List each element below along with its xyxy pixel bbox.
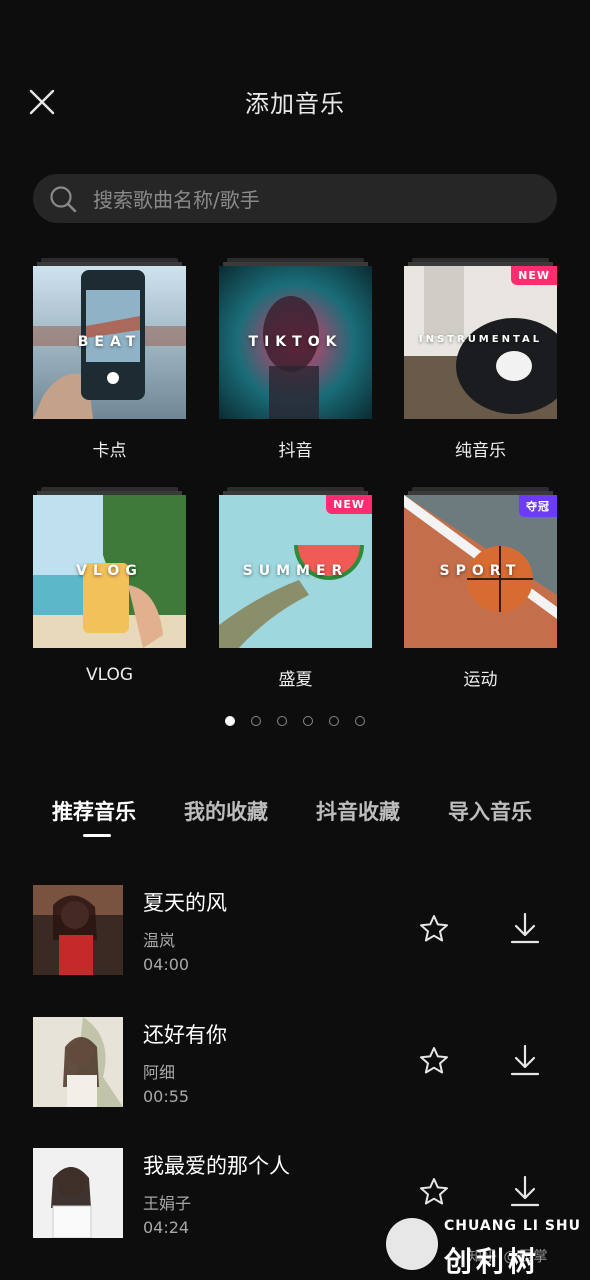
new-badge: NEW xyxy=(511,266,557,285)
category-cover: SPORT 夺冠 xyxy=(404,495,557,648)
song-duration: 04:24 xyxy=(143,1218,190,1237)
page-dot[interactable] xyxy=(277,716,287,726)
song-artist: 阿细 xyxy=(143,1063,176,1082)
song-artist: 王娟子 xyxy=(143,1194,192,1213)
download-icon[interactable] xyxy=(509,1174,541,1208)
song-artist: 温岚 xyxy=(143,931,176,950)
tab-douyin-favorites[interactable]: 抖音收藏 xyxy=(316,796,400,826)
champion-badge: 夺冠 xyxy=(519,495,557,517)
page-dot[interactable] xyxy=(355,716,365,726)
song-title: 还好有你 xyxy=(143,1023,227,1047)
page-dot[interactable] xyxy=(225,716,235,726)
music-tabs: 推荐音乐 我的收藏 抖音收藏 导入音乐 xyxy=(0,796,590,846)
song-row[interactable]: 夏天的风 温岚 04:00 xyxy=(0,885,590,977)
cover-text: VLOG xyxy=(76,563,143,579)
watermark-source: 知乎 @辰掌 xyxy=(468,1249,549,1265)
song-title: 夏天的风 xyxy=(143,891,227,915)
cover-text: TIKTOK xyxy=(248,334,343,350)
cover-text: SPORT xyxy=(439,563,522,579)
song-duration: 00:55 xyxy=(143,1087,190,1106)
page-dot[interactable] xyxy=(303,716,313,726)
watermark-logo xyxy=(386,1218,438,1270)
category-label: 卡点 xyxy=(92,441,127,461)
cover-text: SUMMER xyxy=(242,563,349,579)
watermark-brand-en: CHUANG LI SHU xyxy=(444,1218,582,1234)
tab-my-favorites[interactable]: 我的收藏 xyxy=(184,796,268,826)
active-tab-indicator xyxy=(83,834,111,837)
page-dot[interactable] xyxy=(329,716,339,726)
star-outline-icon[interactable] xyxy=(418,1045,450,1077)
star-outline-icon[interactable] xyxy=(418,913,450,945)
page-dot[interactable] xyxy=(251,716,261,726)
cover-text: INSTRUMENTAL xyxy=(418,334,543,345)
search-bar[interactable] xyxy=(33,174,557,225)
category-cover: BEAT xyxy=(33,266,186,419)
search-icon xyxy=(50,186,77,213)
search-input[interactable] xyxy=(91,174,535,225)
tab-import-music[interactable]: 导入音乐 xyxy=(448,796,532,826)
cover-text: BEAT xyxy=(77,334,142,350)
song-cover xyxy=(33,885,123,975)
page-indicator xyxy=(0,716,590,726)
song-duration: 04:00 xyxy=(143,955,190,974)
watermark: CHUANG LI SHU 创利树 知乎 @辰掌 xyxy=(380,1212,590,1280)
category-label: 纯音乐 xyxy=(455,441,506,461)
download-icon[interactable] xyxy=(509,1043,541,1077)
category-label: 抖音 xyxy=(278,441,313,461)
song-row[interactable]: 还好有你 阿细 00:55 xyxy=(0,1017,590,1109)
song-title: 我最爱的那个人 xyxy=(143,1154,290,1178)
song-cover xyxy=(33,1148,123,1238)
category-cover: TIKTOK xyxy=(219,266,372,419)
category-cover: INSTRUMENTAL NEW xyxy=(404,266,557,419)
new-badge: NEW xyxy=(326,495,372,514)
star-outline-icon[interactable] xyxy=(418,1176,450,1208)
page-title: 添加音乐 xyxy=(245,90,345,118)
category-label: 运动 xyxy=(463,670,498,690)
header: 添加音乐 xyxy=(0,62,590,142)
download-icon[interactable] xyxy=(509,911,541,945)
tab-recommended[interactable]: 推荐音乐 xyxy=(52,796,136,826)
category-label: VLOG xyxy=(85,665,134,685)
category-label: 盛夏 xyxy=(278,670,313,690)
category-cover: VLOG xyxy=(33,495,186,648)
category-cover: SUMMER NEW xyxy=(219,495,372,648)
song-cover xyxy=(33,1017,123,1107)
